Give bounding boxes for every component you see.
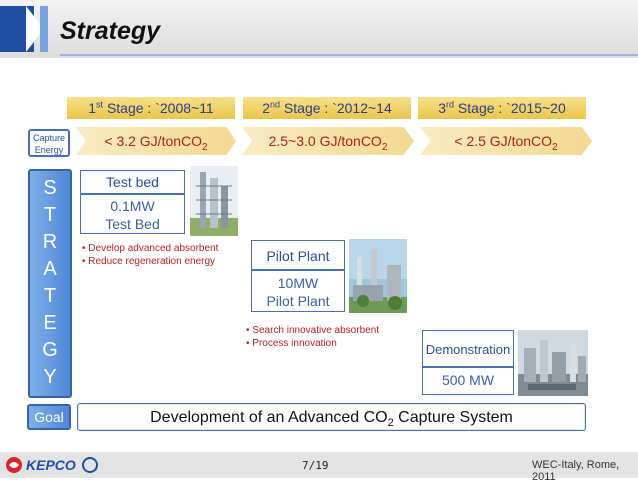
stage-2-body-box: 10MW Pilot Plant (251, 270, 345, 312)
stage-1-capture-main: < 3.2 GJ/tonCO (104, 133, 203, 149)
strategy-letter: T (43, 204, 57, 226)
goal-text-before: Development of an Advanced CO (150, 409, 388, 426)
stage-2-bullet: • Process innovation (246, 338, 337, 349)
stage-2-title: Pilot Plant (266, 248, 330, 264)
strategy-letter: T (43, 285, 57, 307)
title-underline (60, 54, 638, 56)
stage-1-body-line1: 0.1MW (110, 198, 155, 214)
capture-label-line1: Capture (32, 133, 66, 143)
stage-2-capture-main: 2.5~3.0 GJ/tonCO (268, 133, 382, 149)
stage-1-bullets: • Develop advanced absorbent • Reduce re… (82, 242, 218, 268)
logo-text: KEPCO (26, 457, 76, 473)
stage-2-label: Stage : `2012~14 (280, 100, 392, 116)
stage-2-capture-sub: 2 (381, 141, 388, 153)
capture-energy-label: Capture Energy (28, 129, 70, 157)
strategy-letter: E (43, 312, 57, 334)
slide-title: Strategy (60, 17, 161, 45)
stage-3-suffix: rd (446, 99, 455, 110)
test-bed-photo (190, 166, 238, 236)
stage-3-title: Demonstration (425, 342, 511, 357)
stage-1-title: Test bed (106, 174, 159, 190)
strategy-letter: R (42, 231, 58, 253)
footer-event: WEC-Italy, Rome, 2011 (532, 459, 620, 483)
stage-1-bullet: • Develop advanced absorbent (82, 243, 219, 254)
strategy-column: S T R A T E G Y (28, 169, 72, 398)
demonstration-photo (518, 330, 588, 396)
stage-1-capture-sub: 2 (202, 141, 208, 153)
stage-3-capture-main: < 2.5 GJ/tonCO (454, 133, 553, 149)
stage-3-ordinal: 3 (438, 100, 447, 116)
strategy-letter: S (43, 177, 57, 199)
stage-3-capture-sub: 2 (552, 141, 558, 153)
goal-bar: Development of an Advanced CO2 Capture S… (77, 403, 586, 431)
stage-3-capture-energy: < 2.5 GJ/tonCO2 (420, 127, 592, 155)
strategy-letter: Y (43, 366, 57, 388)
goal-text-after: Capture System (393, 409, 513, 426)
stage-1-ordinal: 1 (88, 100, 97, 116)
stage-3-body-line1: 500 MW (441, 372, 495, 388)
title-accent-stripe-light (40, 6, 48, 52)
stage-1-header: 1st Stage : `2008~11 (67, 97, 235, 119)
strategy-letter: A (43, 258, 57, 280)
stage-1-body-box: 0.1MW Test Bed (80, 194, 185, 234)
stage-1-capture-energy: < 3.2 GJ/tonCO2 (76, 127, 236, 155)
stage-1-label: Stage : `2008~11 (103, 100, 214, 116)
stage-2-bullets: • Search innovative absorbent • Process … (246, 324, 379, 350)
capture-label-line2: Energy (34, 145, 64, 155)
stage-3-body-box: 500 MW (422, 367, 514, 395)
stage-1-suffix: st (96, 99, 104, 110)
stage-2-header: 2nd Stage : `2012~14 (243, 97, 411, 119)
stage-2-bullet: • Search innovative absorbent (246, 325, 380, 336)
stage-2-suffix: nd (270, 99, 281, 110)
stage-1-title-box: Test bed (80, 170, 185, 194)
pilot-plant-photo (349, 239, 407, 313)
stage-2-capture-energy: 2.5~3.0 GJ/tonCO2 (242, 127, 414, 155)
stage-3-label: Stage : `2015~20 (454, 100, 566, 116)
page-number: 7/19 (302, 459, 329, 472)
stage-2-body-line2: Pilot Plant (266, 293, 330, 309)
goal-label: Goal (27, 404, 71, 430)
stage-2-ordinal: 2 (262, 100, 271, 116)
stage-2-title-box: Pilot Plant (251, 240, 345, 270)
kepco-logo: KEPCO (4, 455, 104, 475)
stage-1-bullet: • Reduce regeneration energy (82, 256, 216, 267)
stage-1-body-line2: Test Bed (105, 216, 160, 232)
stage-3-title-box: Demonstration (422, 330, 514, 367)
strategy-letter: G (42, 339, 58, 361)
stage-2-body-line1: 10MW (277, 275, 319, 291)
stage-3-header: 3rd Stage : `2015~20 (418, 97, 586, 119)
